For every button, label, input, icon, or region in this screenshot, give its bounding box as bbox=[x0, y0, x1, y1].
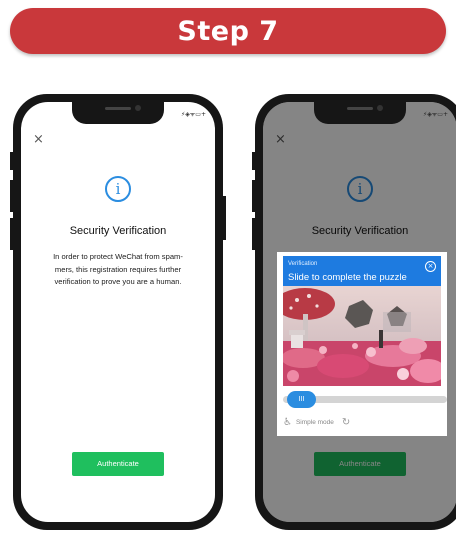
close-icon[interactable]: × bbox=[425, 261, 436, 272]
simple-mode-row: ♿ Simple mode ↻ bbox=[283, 417, 350, 428]
phone-frame-left: ⚡◈ᯤ▭+ × i Security Verification In order… bbox=[10, 94, 226, 530]
status-bar-icons: ⚡◈ᯤ▭+ bbox=[180, 111, 206, 118]
puzzle-dialog: Verification Slide to complete the puzzl… bbox=[277, 252, 447, 436]
puzzle-instruction: Slide to complete the puzzle bbox=[288, 272, 407, 283]
phone-side-button bbox=[10, 218, 13, 250]
refresh-icon[interactable]: ↻ bbox=[342, 417, 350, 428]
close-icon[interactable]: × bbox=[33, 132, 44, 147]
phone-side-button bbox=[223, 196, 226, 240]
authenticate-button[interactable]: Authenticate bbox=[72, 452, 164, 476]
page-title: Security Verification bbox=[69, 225, 167, 237]
status-bar-icons: ⚡◈ᯤ▭+ bbox=[422, 111, 448, 118]
phone-side-button bbox=[10, 180, 13, 212]
phone-side-button bbox=[10, 152, 13, 170]
puzzle-header-label: Verification bbox=[288, 261, 318, 267]
info-icon: i bbox=[105, 176, 131, 202]
phone-frame-right: ⚡◈ᯤ▭+ × i Security Verification Authenti… bbox=[252, 94, 456, 530]
simple-mode-link[interactable]: Simple mode bbox=[296, 419, 334, 426]
phone-screen: ⚡◈ᯤ▭+ × i Security Verification In order… bbox=[21, 102, 215, 522]
phone-side-button bbox=[252, 180, 255, 212]
phone-side-button bbox=[252, 152, 255, 170]
slider-handle[interactable]: III bbox=[287, 391, 316, 408]
puzzle-header: Verification Slide to complete the puzzl… bbox=[283, 256, 441, 286]
accessibility-icon[interactable]: ♿ bbox=[283, 417, 292, 428]
phone-notch bbox=[314, 102, 406, 124]
phone-screen: ⚡◈ᯤ▭+ × i Security Verification Authenti… bbox=[263, 102, 456, 522]
step-banner: Step 7 bbox=[10, 8, 446, 54]
phone-notch bbox=[72, 102, 164, 124]
step-title: Step 7 bbox=[177, 15, 279, 47]
puzzle-image bbox=[283, 286, 441, 386]
phone-side-button bbox=[252, 218, 255, 250]
puzzle-scene bbox=[283, 286, 441, 386]
verification-description: In order to protect WeChat from spam-mer… bbox=[53, 252, 183, 286]
